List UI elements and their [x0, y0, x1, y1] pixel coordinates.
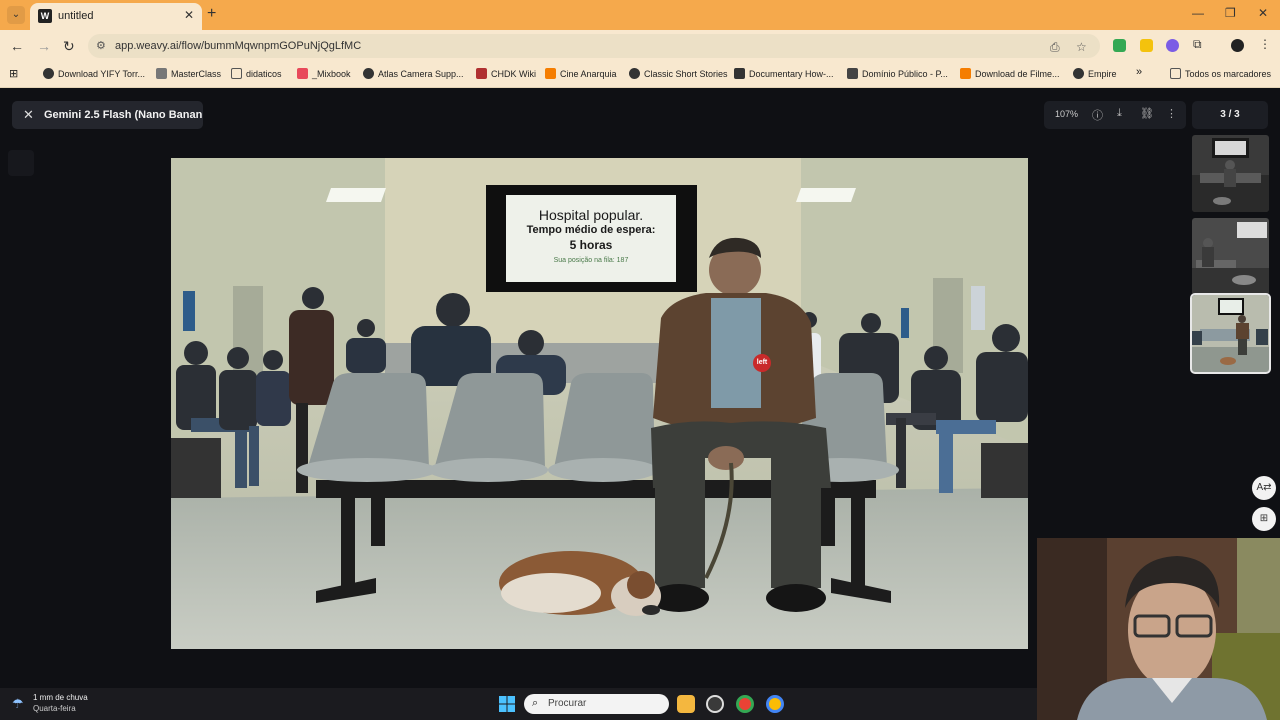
- tab-search-button[interactable]: ⌄: [7, 6, 25, 24]
- dominio-icon: [847, 68, 858, 79]
- download-icon[interactable]: ⤓: [1117, 107, 1122, 120]
- blogger-icon: [545, 68, 556, 79]
- bookmark-6[interactable]: Cine Anarquia: [545, 68, 617, 79]
- globe-icon: [43, 68, 54, 79]
- info-icon[interactable]: ⓘ: [1092, 107, 1103, 123]
- url-text: app.weavy.ai/flow/bummMqwnpmGOPuNjQgLfMC: [115, 40, 362, 52]
- doc-icon: [734, 68, 745, 79]
- close-window-button[interactable]: ✕: [1258, 6, 1268, 20]
- webcam-feed: [1037, 538, 1280, 720]
- search-placeholder: Procurar: [548, 698, 587, 709]
- chdk-icon: [476, 68, 487, 79]
- globe-icon: [1073, 68, 1084, 79]
- generated-image: Hospital popular. Tempo médio de espera:…: [171, 158, 1028, 649]
- link-icon[interactable]: ⛓: [1140, 107, 1154, 120]
- bookmark-0[interactable]: Download YIFY Torr...: [43, 68, 145, 79]
- folder-icon: [231, 68, 242, 79]
- globe-icon: [629, 68, 640, 79]
- bookmark-10[interactable]: Download de Filme...: [960, 68, 1060, 79]
- site-info-icon[interactable]: ⚙: [96, 39, 106, 52]
- translate-icon[interactable]: A⇄: [1252, 476, 1276, 500]
- bookmark-3[interactable]: _Mixbook: [297, 68, 351, 79]
- restore-button[interactable]: ❐: [1225, 6, 1236, 20]
- more-options-icon[interactable]: ⋮: [1166, 107, 1177, 120]
- generation-title: ✕ Gemini 2.5 Flash (Nano Banan...: [12, 101, 203, 129]
- canvas-tool: [8, 150, 34, 176]
- reload-button[interactable]: ↻: [63, 38, 75, 55]
- taskbar: ☂ 1 mm de chuva Quarta-feira ⌕ Procurar: [0, 688, 1037, 720]
- apps-grid-icon[interactable]: ⊞: [9, 67, 18, 80]
- bookmark-9[interactable]: Domínio Público - P...: [847, 68, 948, 79]
- thumbnail-2[interactable]: [1192, 218, 1269, 295]
- bookmark-5[interactable]: CHDK Wiki: [476, 68, 536, 79]
- globe-icon: [363, 68, 374, 79]
- windows-start-icon[interactable]: [499, 696, 515, 712]
- bookmark-2[interactable]: didaticos: [231, 68, 282, 79]
- canvas-sidebar: [8, 568, 30, 668]
- tab-close-icon[interactable]: ✕: [184, 8, 194, 22]
- webcam-overlay: [1037, 538, 1280, 720]
- zoom-level[interactable]: 107%: [1055, 109, 1078, 119]
- back-button[interactable]: ←: [10, 38, 24, 54]
- viewer-toolbar: 107% ⓘ ⤓ ⛓ ⋮: [1044, 101, 1186, 129]
- minimize-button[interactable]: —: [1192, 6, 1204, 20]
- forward-button[interactable]: →: [37, 38, 51, 54]
- weather-text: 1 mm de chuva: [33, 693, 88, 702]
- chrome-profile-icon[interactable]: [766, 695, 784, 713]
- bookmarks-bar: ⊞ Download YIFY Torr... MasterClass dida…: [0, 62, 1280, 88]
- keep-extension-icon[interactable]: [1140, 39, 1153, 52]
- file-explorer-icon[interactable]: [677, 695, 695, 713]
- install-app-icon[interactable]: ⎙: [1050, 40, 1060, 55]
- extension-icon[interactable]: [1166, 39, 1179, 52]
- all-bookmarks-folder[interactable]: Todos os marcadores: [1170, 68, 1271, 79]
- tv-line-1: Hospital popular.: [538, 207, 644, 223]
- thumbnail-1[interactable]: [1192, 135, 1269, 212]
- drive-extension-icon[interactable]: [1113, 39, 1126, 52]
- tab-strip: ⌄ W untitled ✕ + — ❐ ✕: [0, 0, 1280, 30]
- app-icon[interactable]: [706, 695, 724, 713]
- bookmark-8[interactable]: Documentary How-...: [734, 68, 834, 79]
- bookmark-7[interactable]: Classic Short Stories: [629, 68, 728, 79]
- more-bookmarks-button[interactable]: »: [1136, 66, 1142, 78]
- browser-tab[interactable]: W untitled ✕: [30, 3, 202, 30]
- thumbnail-3[interactable]: [1190, 293, 1271, 374]
- apps-icon[interactable]: ⊞: [1252, 507, 1276, 531]
- bookmark-1[interactable]: MasterClass: [156, 68, 221, 79]
- masterclass-icon: [156, 68, 167, 79]
- taskbar-search[interactable]: ⌕ Procurar: [524, 694, 669, 714]
- thumbnail-2-image: [1192, 218, 1269, 295]
- new-tab-button[interactable]: +: [207, 5, 216, 23]
- weavy-favicon-icon: W: [38, 9, 52, 23]
- folder-icon: [1170, 68, 1181, 79]
- weather-day: Quarta-feira: [33, 704, 76, 713]
- close-viewer-icon[interactable]: ✕: [23, 101, 34, 129]
- bookmark-4[interactable]: Atlas Camera Supp...: [363, 68, 464, 79]
- thumbnail-3-image: [1192, 295, 1269, 372]
- jacket-badge: left: [753, 354, 771, 372]
- tv-line-4: Sua posição na fila: 187: [553, 257, 629, 264]
- chrome-icon[interactable]: [736, 695, 754, 713]
- bookmark-star-icon[interactable]: ☆: [1076, 40, 1087, 54]
- tv-line-2: Tempo médio de espera:: [526, 224, 656, 236]
- browser-menu-icon[interactable]: ⋮: [1259, 37, 1272, 51]
- browser-toolbar: ← → ↻ ⚙ app.weavy.ai/flow/bummMqwnpmGOPu…: [0, 30, 1280, 62]
- address-bar[interactable]: ⚙ app.weavy.ai/flow/bummMqwnpmGOPuNjQgLf…: [88, 34, 1100, 58]
- blogger-icon: [960, 68, 971, 79]
- thumbnail-1-image: [1192, 135, 1269, 212]
- rain-icon: ☂: [12, 696, 24, 711]
- image-counter: 3 / 3: [1192, 101, 1268, 129]
- bookmark-11[interactable]: Empire: [1073, 68, 1117, 79]
- extensions-puzzle-icon[interactable]: ⧉: [1193, 37, 1206, 51]
- search-icon: ⌕: [532, 697, 539, 709]
- profile-avatar[interactable]: [1231, 39, 1244, 52]
- tv-line-3: 5 horas: [569, 238, 613, 252]
- mixbook-icon: [297, 68, 308, 79]
- tab-title: untitled: [58, 10, 94, 22]
